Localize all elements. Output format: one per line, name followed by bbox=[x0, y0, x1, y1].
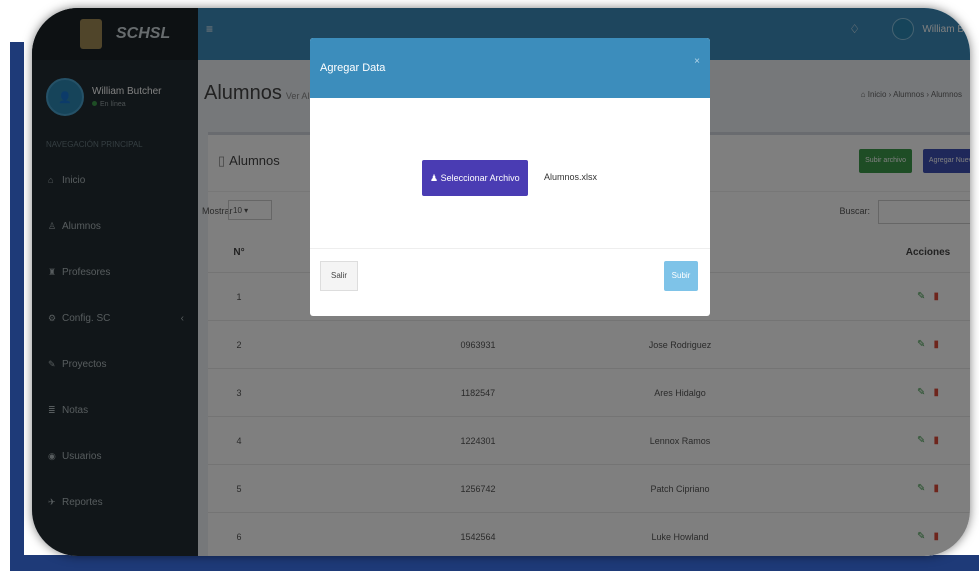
frame-bar-left bbox=[10, 42, 24, 571]
modal-title: Agregar Data bbox=[320, 62, 386, 74]
select-file-button[interactable]: ♟ Seleccionar Archivo bbox=[422, 160, 528, 196]
exit-button[interactable]: Salir bbox=[320, 261, 358, 291]
modal-header: Agregar Data × bbox=[310, 38, 710, 98]
selected-file-name: Alumnos.xlsx bbox=[544, 172, 598, 182]
upload-button[interactable]: Subir bbox=[664, 261, 698, 291]
app-screen: SCHSL 👤 William Butcher En línea NAVEGAC… bbox=[32, 8, 970, 556]
select-file-label: Seleccionar Archivo bbox=[440, 173, 520, 183]
modal-body: ♟ Seleccionar Archivo Alumnos.xlsx bbox=[310, 98, 710, 249]
agregar-data-modal: Agregar Data × ♟ Seleccionar Archivo Alu… bbox=[310, 38, 710, 316]
upload-user-icon: ♟ bbox=[430, 173, 441, 183]
frame-bar-bottom bbox=[10, 555, 979, 571]
modal-footer: Salir Subir bbox=[310, 249, 710, 316]
close-icon[interactable]: × bbox=[694, 56, 700, 67]
